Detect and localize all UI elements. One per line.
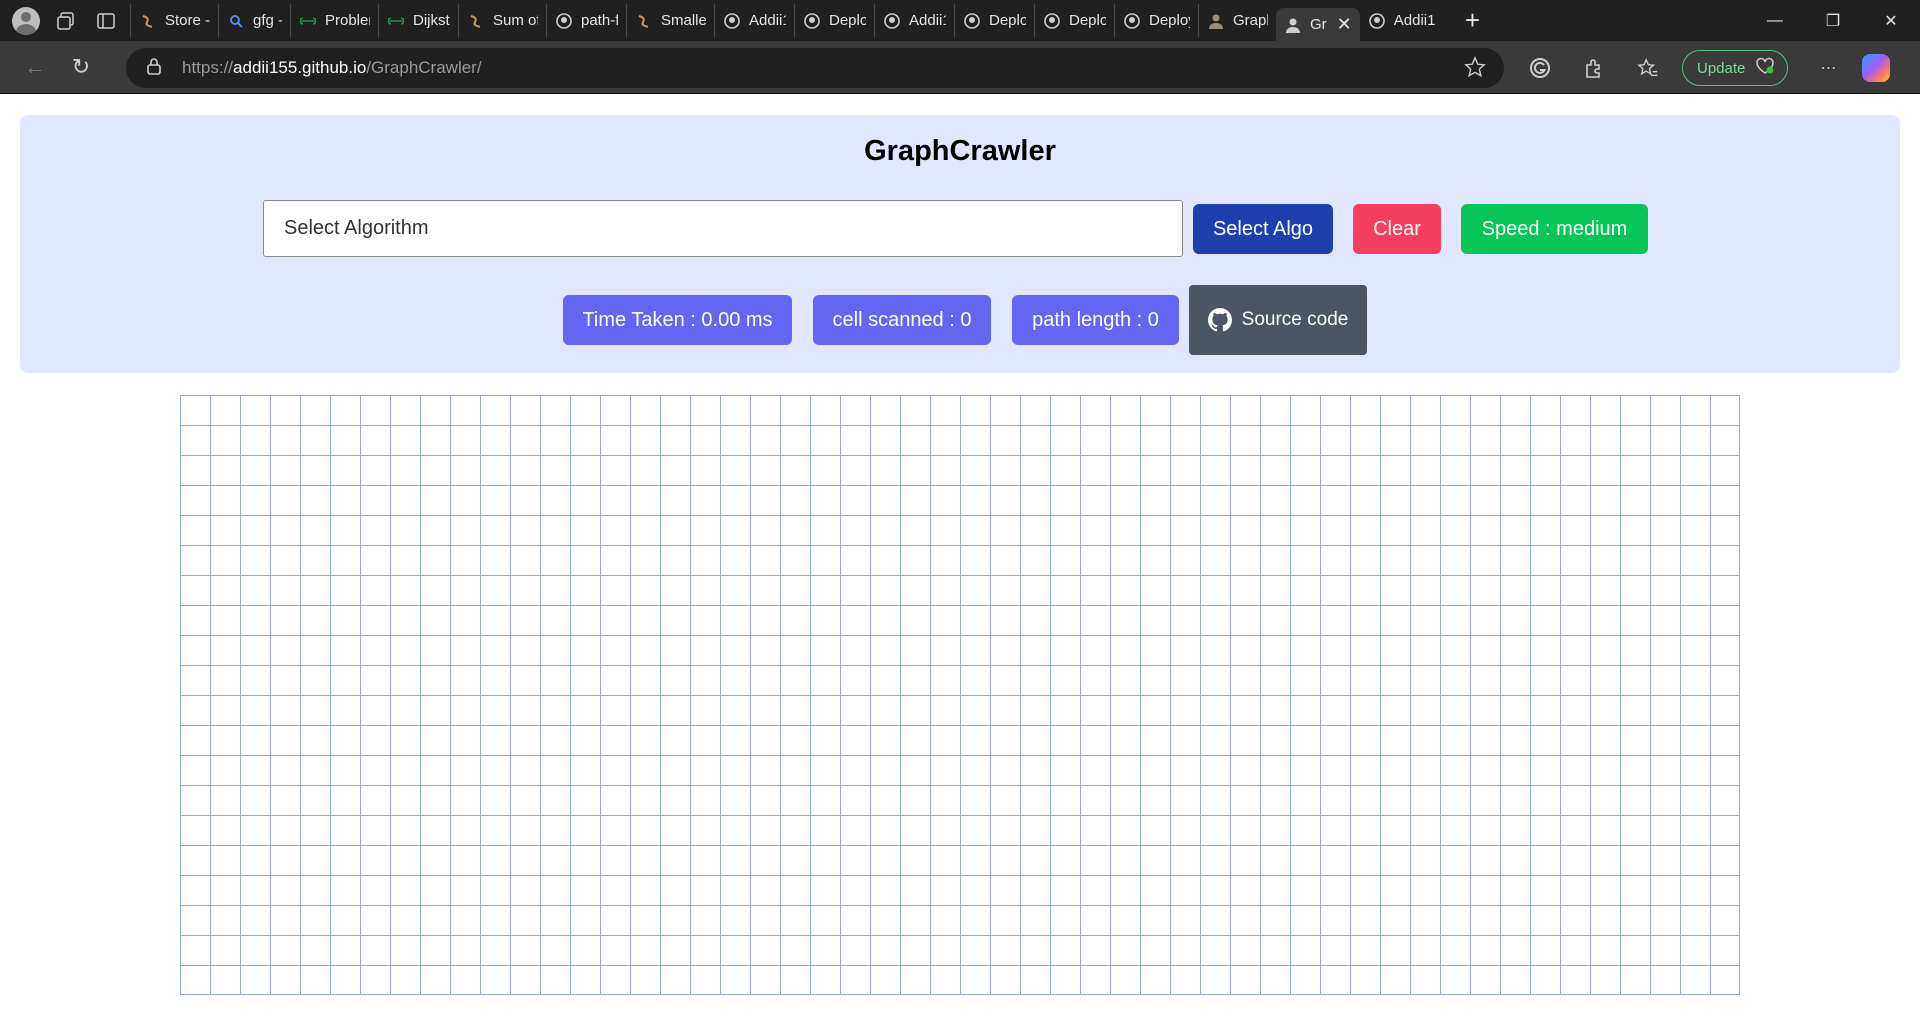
copilot-icon[interactable] bbox=[1862, 54, 1891, 82]
tab[interactable]: Sum of bbox=[458, 4, 546, 37]
github-icon bbox=[1043, 12, 1061, 30]
source-code-label: Source code bbox=[1241, 309, 1349, 330]
close-tab-icon[interactable]: ✕ bbox=[1337, 14, 1352, 35]
extensions-icon[interactable] bbox=[1574, 48, 1614, 88]
more-options-icon[interactable]: ⋯ bbox=[1808, 48, 1848, 88]
tab-label: path-fi bbox=[581, 12, 618, 29]
tab-label: Deploy bbox=[1069, 12, 1106, 29]
lock-icon bbox=[146, 57, 166, 80]
page-content: GraphCrawler Select Algorithm Select Alg… bbox=[0, 95, 1920, 1020]
select-algo-button[interactable]: Select Algo bbox=[1193, 204, 1333, 254]
control-panel: GraphCrawler Select Algorithm Select Alg… bbox=[20, 115, 1900, 373]
gfg-icon bbox=[299, 12, 317, 30]
person-icon bbox=[1284, 16, 1302, 34]
page-title: GraphCrawler bbox=[864, 135, 1056, 167]
github-icon bbox=[803, 12, 821, 30]
tab-label: gfg - S bbox=[253, 12, 282, 29]
github-icon bbox=[883, 12, 901, 30]
github-icon bbox=[1207, 308, 1232, 332]
url-path: /GraphCrawler/ bbox=[366, 58, 482, 77]
back-icon[interactable]: ← bbox=[15, 47, 55, 87]
tab-label: Deploy bbox=[829, 12, 866, 29]
tab-label: Gr bbox=[1310, 16, 1327, 33]
maze-grid[interactable] bbox=[180, 395, 1740, 995]
tab[interactable]: Dijkstra bbox=[378, 4, 458, 37]
codechef-icon bbox=[635, 12, 653, 30]
time-taken-badge: Time Taken : 0.00 ms bbox=[563, 295, 792, 345]
github-icon bbox=[723, 12, 741, 30]
tab-label: Addii1 bbox=[749, 12, 786, 29]
tab-label: Deploy bbox=[989, 12, 1026, 29]
algorithm-select-value: Select Algorithm bbox=[284, 217, 429, 239]
favorites-icon[interactable] bbox=[1628, 48, 1668, 88]
tab[interactable]: Deploy bbox=[1034, 4, 1114, 37]
tab-label: Smalles bbox=[661, 12, 706, 29]
tab[interactable]: Deploy bbox=[794, 4, 874, 37]
browser-toolbar: ← ↻ https://addii155.github.io/GraphCraw… bbox=[0, 41, 1920, 94]
cells-scanned-badge: cell scanned : 0 bbox=[813, 295, 991, 345]
tab-label: Dijkstra bbox=[413, 12, 450, 29]
tab[interactable]: Addii1 bbox=[714, 4, 794, 37]
tab-label: Addii1 bbox=[1393, 12, 1436, 29]
clear-button[interactable]: Clear bbox=[1353, 204, 1441, 254]
update-button[interactable]: Update bbox=[1682, 50, 1789, 86]
tab[interactable]: Addii1 bbox=[1360, 4, 1444, 37]
update-label: Update bbox=[1697, 59, 1746, 77]
minimize-icon[interactable]: — bbox=[1746, 0, 1804, 41]
tab[interactable]: GraphC bbox=[1198, 4, 1276, 37]
tab-label: Deploy bbox=[1149, 12, 1190, 29]
new-tab-button[interactable]: + bbox=[1457, 5, 1487, 36]
tab[interactable]: path-fi bbox=[546, 4, 626, 37]
url-host: addii155.github.io bbox=[233, 58, 367, 77]
tab[interactable]: Probler bbox=[290, 4, 378, 37]
url-prefix: https:// bbox=[182, 58, 234, 77]
tab-active[interactable]: Gr ✕ bbox=[1276, 8, 1360, 41]
tab[interactable]: Deploy bbox=[1114, 4, 1198, 37]
tab-label: Store - bbox=[165, 12, 210, 29]
tab[interactable]: Store - bbox=[130, 4, 218, 37]
grammarly-icon[interactable] bbox=[1520, 48, 1560, 88]
speed-button[interactable]: Speed : medium bbox=[1461, 204, 1648, 254]
tab[interactable]: Smalles bbox=[626, 4, 714, 37]
tab-label: Addii1 bbox=[909, 12, 946, 29]
favorite-star-icon[interactable] bbox=[1464, 56, 1486, 83]
source-code-button[interactable]: Source code bbox=[1189, 285, 1367, 355]
gfg-icon bbox=[387, 12, 405, 30]
url-text: https://addii155.github.io/GraphCrawler/ bbox=[182, 58, 482, 78]
close-window-icon[interactable]: ✕ bbox=[1862, 0, 1920, 41]
github-icon bbox=[1368, 12, 1386, 30]
reload-icon[interactable]: ↻ bbox=[61, 47, 101, 87]
search-icon bbox=[227, 12, 245, 30]
window-controls: — ❐ ✕ bbox=[1746, 0, 1920, 41]
workspaces-icon[interactable] bbox=[52, 7, 80, 35]
tab-list: Store - gfg - S Probler Dijkstra Sum of path-… bbox=[130, 0, 1276, 41]
vertical-tabs-icon[interactable] bbox=[92, 7, 120, 35]
algorithm-select[interactable]: Select Algorithm bbox=[263, 200, 1183, 257]
profile-avatar[interactable] bbox=[12, 6, 40, 35]
health-icon bbox=[1755, 57, 1775, 79]
tab[interactable]: gfg - S bbox=[218, 4, 290, 37]
tab-label: Sum of bbox=[493, 12, 538, 29]
tab-strip: Store - gfg - S Probler Dijkstra Sum of path-… bbox=[0, 0, 1920, 41]
github-icon bbox=[963, 12, 981, 30]
github-icon bbox=[1123, 12, 1141, 30]
address-bar[interactable]: https://addii155.github.io/GraphCrawler/ bbox=[126, 48, 1504, 88]
person-icon bbox=[1207, 12, 1225, 30]
path-length-badge: path length : 0 bbox=[1012, 295, 1179, 345]
tab[interactable]: Deploy bbox=[954, 4, 1034, 37]
tab-label: GraphC bbox=[1233, 12, 1268, 29]
codechef-icon bbox=[467, 12, 485, 30]
github-icon bbox=[555, 12, 573, 30]
restore-icon[interactable]: ❐ bbox=[1804, 0, 1862, 41]
tab-label: Probler bbox=[325, 12, 370, 29]
toolbar-actions: Update ⋯ bbox=[1520, 48, 1891, 88]
tab[interactable]: Addii1 bbox=[874, 4, 954, 37]
codechef-icon bbox=[139, 12, 157, 30]
